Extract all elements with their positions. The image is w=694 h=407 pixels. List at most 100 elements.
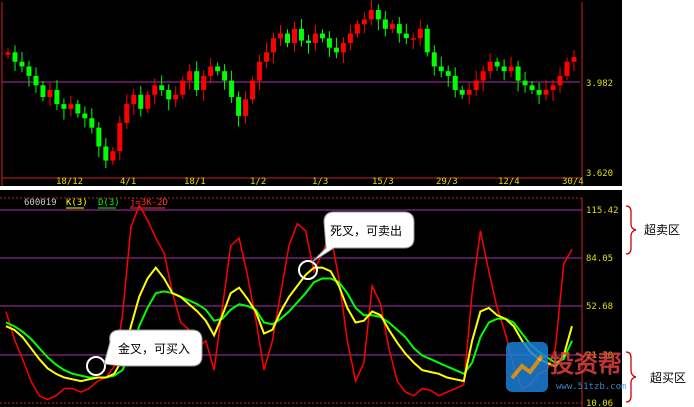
overbought-label: 超卖区 bbox=[644, 222, 680, 237]
candle-body bbox=[222, 71, 228, 81]
candle-body bbox=[26, 66, 32, 76]
candle-body bbox=[508, 66, 514, 72]
candle-body bbox=[312, 33, 318, 43]
candle-body bbox=[138, 94, 144, 109]
candle-body bbox=[298, 28, 304, 41]
candle-body bbox=[543, 90, 549, 95]
kdj-y-tick-5: 10.06 bbox=[586, 399, 613, 407]
legend-code: 600019 bbox=[24, 198, 57, 208]
candle-body bbox=[208, 66, 214, 76]
candle-body bbox=[291, 28, 297, 43]
candle-body bbox=[278, 33, 284, 39]
candle-body bbox=[375, 10, 381, 20]
candle-body bbox=[96, 127, 102, 147]
candle-body bbox=[103, 146, 109, 161]
oversold-brace-icon bbox=[625, 351, 637, 403]
candle-body bbox=[89, 118, 95, 128]
candle-body bbox=[466, 90, 472, 95]
x-tick-4-1: 4/1 bbox=[120, 177, 136, 187]
candle-body bbox=[417, 28, 423, 39]
x-tick-30-4: 30/4 bbox=[562, 177, 584, 187]
legend-k: K(3) bbox=[66, 198, 88, 208]
candle-body bbox=[236, 97, 242, 116]
candle-body bbox=[340, 42, 346, 53]
candle-body bbox=[229, 80, 235, 98]
candle-body bbox=[438, 66, 444, 72]
candle-body bbox=[410, 38, 416, 40]
watermark-url: www.51tzb.com bbox=[556, 382, 626, 392]
candle-body bbox=[201, 75, 207, 90]
candle-body bbox=[536, 90, 542, 95]
candle-body bbox=[68, 104, 74, 109]
candle-body bbox=[445, 71, 451, 76]
candle-body bbox=[473, 80, 479, 90]
candle-body bbox=[452, 75, 458, 90]
candle-body bbox=[501, 66, 507, 72]
candle-body bbox=[187, 71, 193, 81]
x-tick-18-1: 18/1 bbox=[184, 177, 206, 187]
candle-body bbox=[264, 52, 270, 62]
candle-body bbox=[5, 52, 11, 55]
candle-body bbox=[403, 33, 409, 39]
price-y-tick-1: 3.982 bbox=[586, 79, 613, 89]
candle-body bbox=[117, 122, 123, 152]
candle-body bbox=[361, 19, 367, 25]
candle-body bbox=[131, 94, 137, 105]
legend-d: D(3) bbox=[98, 198, 120, 208]
candle-body bbox=[529, 85, 535, 90]
candle-body bbox=[257, 61, 263, 81]
candle-body bbox=[424, 28, 430, 53]
x-tick-18-12: 18/12 bbox=[56, 177, 83, 187]
oversold-annotation: 超买区 bbox=[625, 351, 686, 403]
golden-cross-label: 金叉，可买入 bbox=[118, 341, 190, 356]
x-tick-29-3: 29/3 bbox=[436, 177, 458, 187]
candle-body bbox=[319, 33, 325, 39]
candle-body bbox=[159, 85, 165, 90]
candle-body bbox=[75, 104, 81, 114]
candle-body bbox=[61, 104, 67, 109]
overbought-brace-icon bbox=[625, 205, 637, 255]
watermark-text: 投资帮 bbox=[550, 350, 622, 378]
candle-body bbox=[494, 61, 500, 67]
x-tick-1-2: 1/2 bbox=[250, 177, 266, 187]
candle-body bbox=[487, 61, 493, 72]
x-tick-12-4: 12/4 bbox=[498, 177, 520, 187]
candle-body bbox=[305, 40, 311, 43]
overbought-annotation: 超卖区 bbox=[625, 205, 680, 255]
price-panel bbox=[0, 0, 622, 186]
kdj-y-tick-1: 115.42 bbox=[586, 206, 619, 216]
price-x-ticks: 18/12 4/1 18/1 1/2 1/3 15/3 29/3 12/4 30… bbox=[56, 177, 584, 187]
candle-body bbox=[354, 24, 360, 34]
legend-j: j=3K-2D bbox=[130, 198, 168, 208]
candle-body bbox=[166, 90, 172, 100]
candle-body bbox=[480, 71, 486, 81]
candle-body bbox=[550, 85, 556, 90]
candle-body bbox=[47, 90, 53, 98]
candle-body bbox=[173, 94, 179, 100]
watermark: 投资帮 www.51tzb.com bbox=[506, 342, 626, 392]
x-tick-15-3: 15/3 bbox=[372, 177, 394, 187]
candle-body bbox=[33, 75, 39, 86]
oversold-label: 超买区 bbox=[650, 370, 686, 385]
candle-body bbox=[571, 57, 577, 62]
candle-body bbox=[285, 33, 291, 43]
kdj-y-tick-2: 84.05 bbox=[586, 254, 613, 264]
price-y-tick-2: 3.620 bbox=[586, 169, 613, 179]
candle-body bbox=[54, 90, 60, 105]
candle-body bbox=[194, 71, 200, 90]
candle-body bbox=[389, 24, 395, 29]
watermark-logo-icon bbox=[506, 342, 548, 392]
kdj-y-tick-3: 52.68 bbox=[586, 302, 613, 312]
candle-body bbox=[19, 61, 25, 67]
candle-body bbox=[564, 61, 570, 76]
candle-body bbox=[152, 85, 158, 95]
candle-body bbox=[557, 75, 563, 86]
candle-body bbox=[271, 38, 277, 53]
candle-body bbox=[522, 80, 528, 86]
candle-body bbox=[215, 66, 221, 72]
candle-body bbox=[110, 151, 116, 161]
candle-body bbox=[40, 85, 46, 98]
candle-body bbox=[82, 113, 88, 119]
candle-body bbox=[12, 52, 18, 62]
candle-body bbox=[431, 52, 437, 67]
